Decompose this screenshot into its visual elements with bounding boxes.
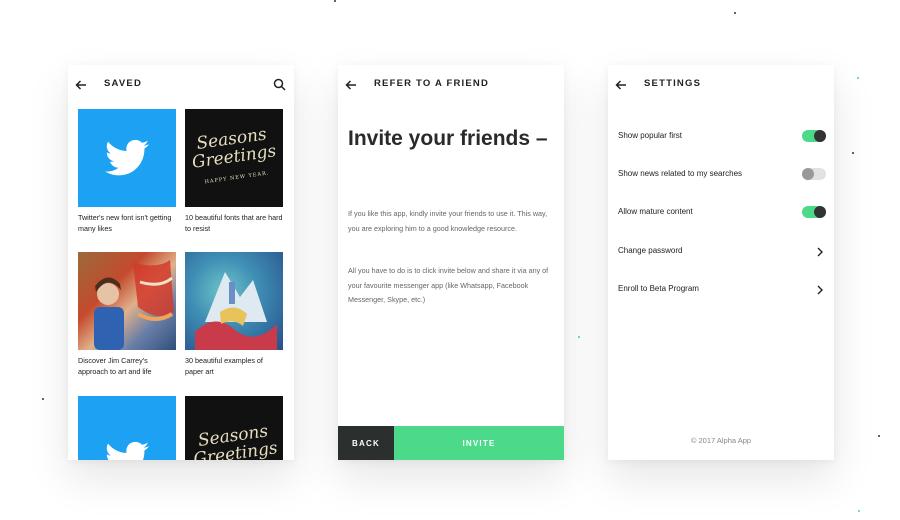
saved-card[interactable]: Seasons Greetings HAPPY NEW YEAR. 10 bea… [185,109,283,234]
artist-painting-image [78,252,176,350]
twitter-bird-icon [106,441,149,460]
show-news-toggle[interactable] [802,168,826,180]
twitter-bird-icon [105,139,149,176]
decor-dot [857,77,859,79]
chevron-right-icon [817,285,823,295]
setting-beta-program[interactable]: Enroll to Beta Program [618,283,826,297]
decor-dot [858,510,860,512]
saved-card[interactable]: Seasons Greetings [185,396,283,460]
setting-label: Show news related to my searches [618,169,743,178]
setting-show-popular: Show popular first [618,130,826,144]
card-caption: Twitter's new font isn't getting many li… [78,213,172,233]
saved-card[interactable]: 30 beautiful examples of paper art [185,252,283,377]
artist-photo-graphic [94,260,174,350]
decor-dot [42,398,44,400]
twitter-logo-image [78,109,176,207]
saved-card[interactable] [78,396,176,460]
settings-screen: SETTINGS Show popular first Show news re… [608,65,834,460]
card-caption: 10 beautiful fonts that are hard to resi… [185,213,283,233]
arrow-left-icon[interactable] [75,79,87,91]
saved-screen: SAVED Twitter's new font isn't getting m… [68,65,294,460]
saved-card[interactable]: Twitter's new font isn't getting many li… [78,109,176,234]
saved-card[interactable]: Discover Jim Carrey's approach to art an… [78,252,176,377]
seasons-greetings-image: Seasons Greetings [185,396,283,460]
setting-show-news: Show news related to my searches [618,168,826,182]
show-popular-toggle[interactable] [802,130,826,142]
lettering-art: Seasons Greetings HAPPY NEW YEAR. [188,124,280,192]
page-title: SETTINGS [644,78,702,89]
refer-header: REFER TO A FRIEND [338,77,564,93]
lettering-art: Seasons Greetings [190,421,279,460]
app-footer: © 2017 Alpha App [690,436,752,445]
page-title: REFER TO A FRIEND [374,78,490,89]
decor-dot [878,435,880,437]
chevron-right-icon [817,247,823,257]
arrow-left-icon[interactable] [615,79,627,91]
invite-heading: Invite your friends – [348,127,548,150]
setting-label: Enroll to Beta Program [618,284,699,293]
card-caption: 30 beautiful examples of paper art [185,356,263,376]
card-caption: Discover Jim Carrey's approach to art an… [78,356,152,376]
seasons-greetings-image: Seasons Greetings HAPPY NEW YEAR. [185,109,283,207]
saved-header: SAVED [68,77,294,93]
paper-art-image [185,252,283,350]
settings-header: SETTINGS [608,77,834,93]
setting-label: Allow mature content [618,207,693,216]
invite-instructions: All you have to do is to click invite be… [348,266,549,304]
paper-art-graphic [195,272,277,350]
decor-dot [334,0,336,2]
decor-dot [852,152,854,154]
setting-change-password[interactable]: Change password [618,245,826,259]
decor-dot [578,336,580,338]
decor-dot [734,12,736,14]
mature-content-toggle[interactable] [802,206,826,218]
back-button[interactable]: BACK [338,426,394,460]
setting-label: Change password [618,246,683,255]
search-icon[interactable] [273,78,286,91]
setting-mature-content: Allow mature content [618,206,826,220]
setting-label: Show popular first [618,131,683,140]
twitter-logo-image [78,396,176,460]
refer-screen: REFER TO A FRIEND Invite your friends – … [338,65,564,460]
page-title: SAVED [104,78,143,89]
arrow-left-icon[interactable] [345,79,357,91]
invite-description: If you like this app, kindly invite your… [348,209,548,233]
invite-button[interactable]: INVITE [394,426,564,460]
